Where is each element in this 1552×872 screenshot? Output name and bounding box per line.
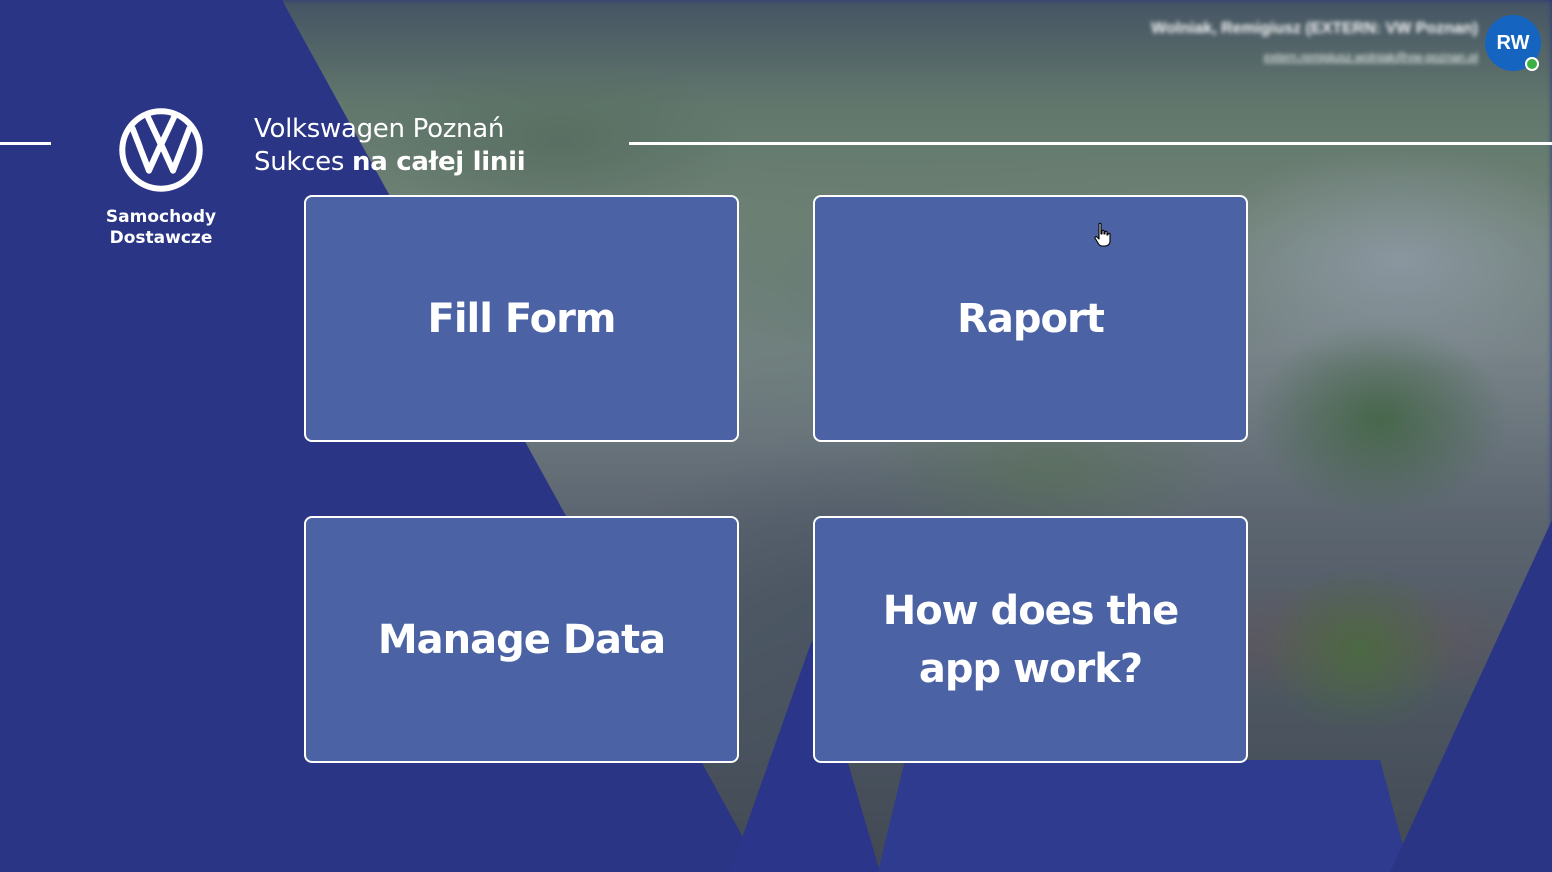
vw-logo-icon	[119, 108, 203, 192]
brand-subtitle-line1: Samochody	[105, 207, 217, 227]
how-app-works-label: How does the app work?	[882, 587, 1180, 692]
brand-subtitle: Samochody Dostawcze	[92, 207, 230, 249]
bottom-right-navy-wedge	[1390, 520, 1552, 872]
raport-label: Raport	[957, 295, 1105, 342]
user-info: Wolniak, Remigiusz (EXTERN: VW Poznan) e…	[1151, 18, 1478, 66]
user-email: extern.remigiusz.wolniak@vw-poznan.pl	[1263, 50, 1478, 64]
tagline-line1: Volkswagen Poznań	[254, 114, 505, 144]
presence-available-icon	[1525, 57, 1539, 71]
tagline: Volkswagen Poznań Sukces na całej linii	[254, 112, 526, 178]
manage-data-label: Manage Data	[377, 616, 666, 663]
manage-data-button[interactable]: Manage Data	[304, 516, 739, 763]
brand-subtitle-line2: Dostawcze	[109, 228, 213, 248]
how-app-works-button[interactable]: How does the app work?	[813, 516, 1248, 763]
header-rule-left	[0, 142, 51, 145]
tagline-line2: Sukces na całej linii	[254, 146, 526, 178]
user-name: Wolniak, Remigiusz (EXTERN: VW Poznan)	[1151, 20, 1478, 37]
tagline-line2-bold: na całej linii	[352, 147, 526, 177]
background-shapes	[0, 0, 1552, 872]
fill-form-label: Fill Form	[427, 295, 617, 342]
tagline-line2-regular: Sukces	[254, 147, 353, 177]
bottom-navy-band	[878, 760, 1410, 872]
header-rule-right	[629, 142, 1552, 145]
fill-form-button[interactable]: Fill Form	[304, 195, 739, 442]
hand-pointer-icon	[1094, 222, 1111, 247]
raport-button[interactable]: Raport	[813, 195, 1248, 442]
